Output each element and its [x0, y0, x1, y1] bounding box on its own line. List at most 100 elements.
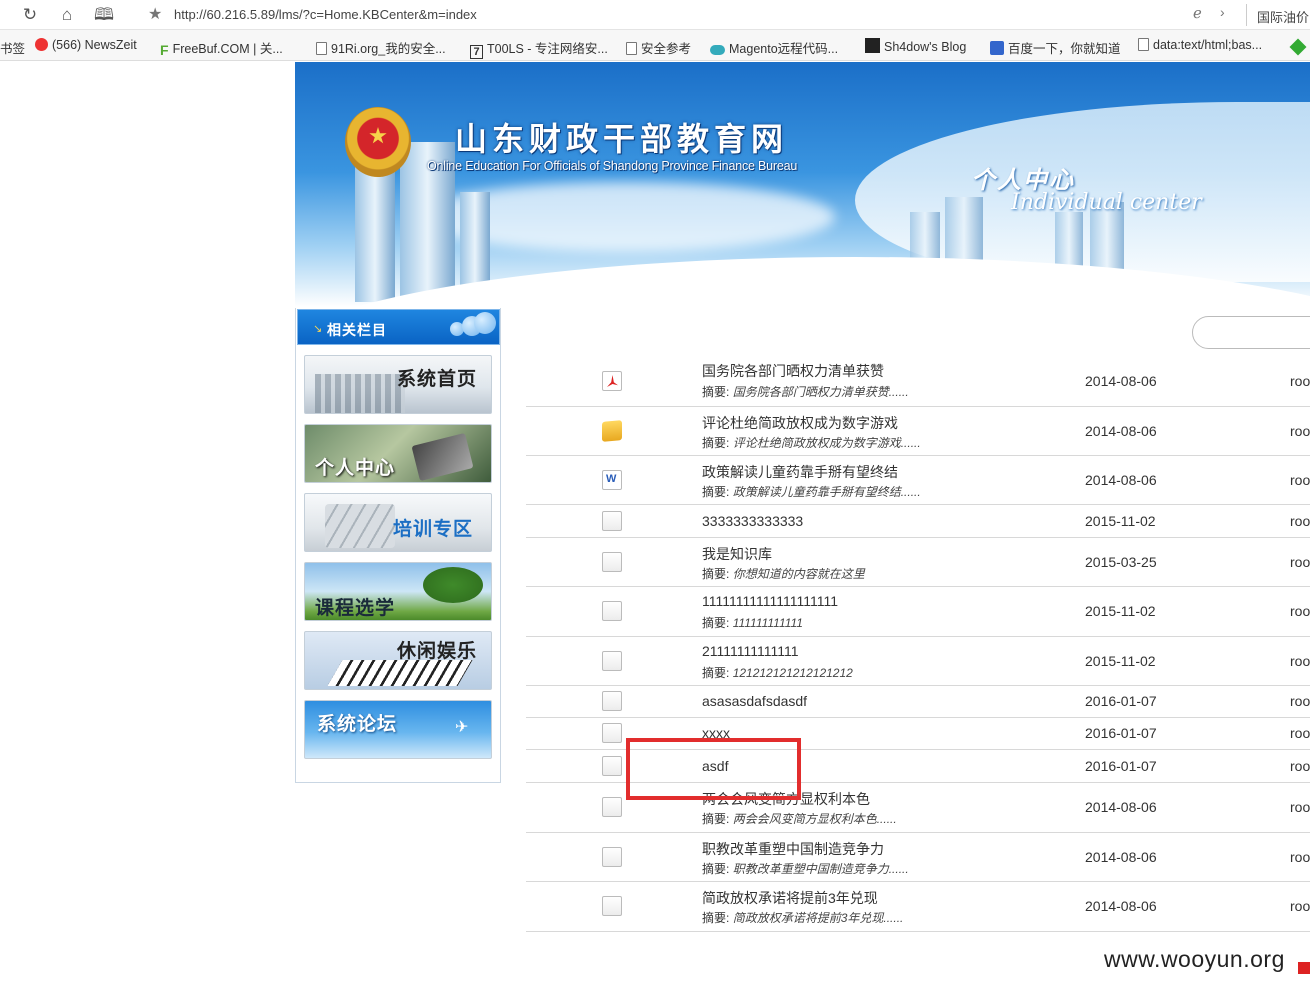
- list-row[interactable]: 我是知识库 摘要: 你想知道的内容就在这里 2015-03-25 roo: [526, 538, 1310, 587]
- building-graphic: [355, 162, 395, 302]
- sidebar: ↘ 相关栏目 系统首页 个人中心 培训专区 课程选学 休闲娱乐 系统论坛 ✈: [295, 308, 501, 783]
- sidebar-item-courses[interactable]: 课程选学: [304, 562, 492, 621]
- row-author: roo: [1290, 603, 1310, 619]
- sidebar-item-training[interactable]: 培训专区: [304, 493, 492, 552]
- bookmark-item[interactable]: 百度一下，你就知道: [990, 38, 1121, 57]
- row-title[interactable]: asasasdafsdasdf: [702, 693, 807, 709]
- row-date: 2016-01-07: [1085, 725, 1157, 741]
- row-title[interactable]: 3333333333333: [702, 513, 803, 529]
- list-row[interactable]: 职教改革重塑中国制造竞争力 摘要: 职教改革重塑中国制造竞争力...... 2014…: [526, 833, 1310, 882]
- cloud-icon: [710, 45, 725, 55]
- row-summary: 摘要: 你想知道的内容就在这里: [702, 565, 865, 582]
- site-banner: 山东财政干部教育网 Online Education For Officials…: [295, 62, 1310, 307]
- sidebar-item-label: 课程选学: [315, 598, 396, 619]
- ie-compat-icon[interactable]: ℯ: [1193, 4, 1202, 22]
- bookmark-label: (566) NewsZeit: [52, 38, 137, 52]
- row-title[interactable]: 政策解读儿童药靠手掰有望终结: [702, 462, 898, 482]
- bookmark-label: 91Ri.org_我的安全...: [331, 42, 446, 56]
- page-icon: [316, 42, 327, 55]
- row-date: 2015-11-02: [1085, 653, 1156, 669]
- file-icon: [602, 896, 622, 916]
- row-title[interactable]: 21111111111111: [702, 643, 799, 659]
- row-date: 2014-08-06: [1085, 898, 1157, 914]
- bookmark-item[interactable]: 7 T00LS - 专注网络安...: [470, 38, 608, 59]
- file-icon: [602, 797, 622, 817]
- search-input[interactable]: [1192, 316, 1310, 349]
- page-icon: [626, 42, 637, 55]
- address-bar[interactable]: http://60.216.5.89/lms/?c=Home.KBCenter&…: [174, 7, 477, 22]
- bookmark-label: FreeBuf.COM | 关...: [172, 42, 283, 56]
- row-date: 2014-08-06: [1085, 373, 1157, 389]
- bookmark-item[interactable]: 书签: [0, 38, 25, 57]
- bookmark-item[interactable]: F FreeBuf.COM | 关...: [160, 38, 283, 58]
- sidebar-item-label: 休闲娱乐: [397, 641, 478, 662]
- browser-toolbar: ↻ ⌂ 🕮 ★ http://60.216.5.89/lms/?c=Home.K…: [0, 0, 1310, 30]
- row-title[interactable]: 我是知识库: [702, 544, 772, 564]
- row-author: roo: [1290, 693, 1310, 709]
- sidebar-header-label: 相关栏目: [327, 322, 387, 338]
- sidebar-item-leisure[interactable]: 休闲娱乐: [304, 631, 492, 690]
- sidebar-item-forum[interactable]: 系统论坛 ✈: [304, 700, 492, 759]
- row-author: roo: [1290, 758, 1310, 774]
- row-date: 2015-03-25: [1085, 554, 1157, 570]
- sidebar-item-label: 系统首页: [397, 369, 478, 390]
- list-row[interactable]: asasasdafsdasdf 2016-01-07 roo: [526, 686, 1310, 718]
- bookmark-more-icon[interactable]: [1289, 38, 1308, 56]
- row-title[interactable]: 国务院各部门晒权力清单获赞: [702, 361, 884, 381]
- summary-value: 政策解读儿童药靠手掰有望终结......: [732, 485, 921, 499]
- summary-label: 摘要:: [702, 485, 730, 499]
- row-author: roo: [1290, 653, 1310, 669]
- list-row[interactable]: 3333333333333 2015-11-02 roo: [526, 505, 1310, 538]
- row-title[interactable]: 职教改革重塑中国制造竞争力: [702, 839, 884, 859]
- sidebar-item-home[interactable]: 系统首页: [304, 355, 492, 414]
- summary-value: 国务院各部门晒权力清单获赞......: [732, 385, 909, 399]
- summary-value: 121212121212121212: [732, 666, 853, 680]
- row-summary: 摘要: 两会会风变简方显权利本色......: [702, 810, 897, 827]
- toolbar-right-text[interactable]: 国际油价: [1257, 7, 1309, 26]
- bookmark-label: Magento远程代码...: [729, 42, 839, 56]
- row-author: roo: [1290, 849, 1310, 865]
- summary-label: 摘要:: [702, 862, 730, 876]
- row-date: 2014-08-06: [1085, 799, 1157, 815]
- list-row[interactable]: 国务院各部门晒权力清单获赞摘要: 国务院各部门晒权力清单获赞...... 2014…: [526, 357, 1310, 407]
- bookmark-label: data:text/html;bas...: [1153, 38, 1263, 52]
- row-author: roo: [1290, 898, 1310, 914]
- list-row[interactable]: 简政放权承诺将提前3年兑现 摘要: 简政放权承诺将提前3年兑现...... 2014…: [526, 882, 1310, 932]
- row-author: roo: [1290, 513, 1310, 529]
- list-row[interactable]: 评论杜绝简政放权成为数字游戏 摘要: 评论杜绝简政放权成为数字游戏...... 20…: [526, 407, 1310, 456]
- file-icon: [602, 847, 622, 867]
- list-row[interactable]: 11111111111111111111 摘要: 111111111111 2015…: [526, 587, 1310, 637]
- sidebar-item-personal[interactable]: 个人中心: [304, 424, 492, 483]
- bookmark-label: Sh4dow's Blog: [884, 40, 967, 54]
- row-date: 2016-01-07: [1085, 693, 1157, 709]
- list-row[interactable]: 21111111111111 摘要: 121212121212121212 2015…: [526, 637, 1310, 686]
- row-title[interactable]: 简政放权承诺将提前3年兑现: [702, 888, 878, 908]
- summary-label: 摘要:: [702, 385, 730, 399]
- chevron-right-icon[interactable]: ›: [1220, 4, 1225, 20]
- bookmark-item[interactable]: Sh4dow's Blog: [865, 38, 966, 54]
- bookmark-item[interactable]: data:text/html;bas...: [1138, 38, 1262, 52]
- refresh-icon[interactable]: ↻: [20, 5, 40, 25]
- bookmark-item[interactable]: 91Ri.org_我的安全...: [316, 38, 446, 57]
- bookmark-item[interactable]: (566) NewsZeit: [35, 38, 137, 52]
- summary-value: 评论杜绝简政放权成为数字游戏......: [732, 436, 921, 450]
- reading-view-icon[interactable]: 🕮: [94, 5, 114, 25]
- list-row[interactable]: 政策解读儿童药靠手掰有望终结摘要: 政策解读儿童药靠手掰有望终结...... 20…: [526, 456, 1310, 505]
- star-icon[interactable]: ★: [148, 4, 162, 24]
- laptop-image: [411, 432, 474, 482]
- row-author: roo: [1290, 554, 1310, 570]
- row-author: roo: [1290, 799, 1310, 815]
- summary-label: 摘要:: [702, 666, 730, 680]
- home-icon[interactable]: ⌂: [57, 5, 77, 25]
- bookmark-item[interactable]: 安全参考: [626, 38, 691, 57]
- bookmark-item[interactable]: Magento远程代码...: [710, 38, 838, 57]
- row-summary: 摘要: 政策解读儿童药靠手掰有望终结......: [702, 483, 921, 500]
- row-date: 2014-08-06: [1085, 423, 1157, 439]
- row-title[interactable]: 评论杜绝简政放权成为数字游戏: [702, 413, 898, 433]
- row-title[interactable]: 11111111111111111111: [702, 593, 838, 609]
- summary-value: 你想知道的内容就在这里: [732, 567, 865, 581]
- file-icon: [602, 691, 622, 711]
- watermark: www.wooyun.org: [1104, 946, 1285, 972]
- summary-label: 摘要:: [702, 567, 730, 581]
- summary-value: 111111111111: [732, 616, 803, 630]
